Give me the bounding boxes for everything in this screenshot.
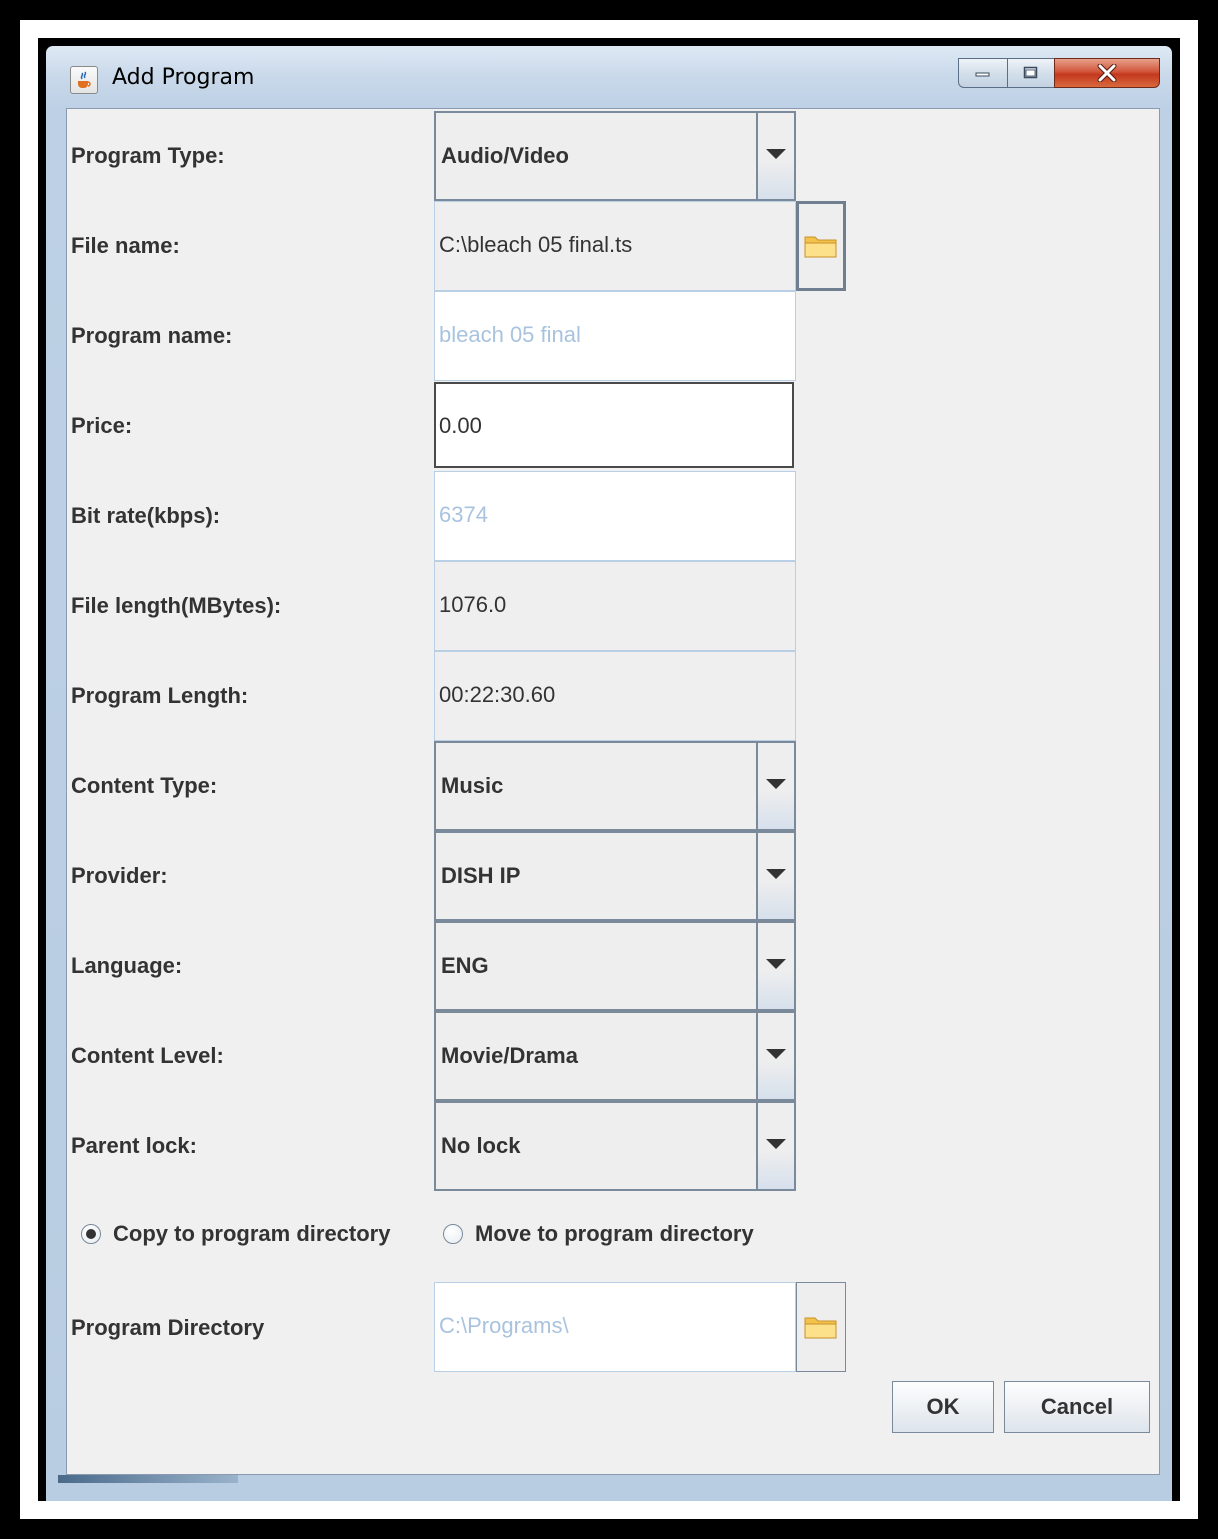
window-bottom-edge bbox=[58, 1475, 238, 1483]
dialog-content: Program Type: Audio/Video File name: C:\… bbox=[66, 108, 1160, 1475]
java-cup-icon bbox=[70, 66, 98, 94]
move-to-directory-label: Move to program directory bbox=[475, 1221, 754, 1246]
content-type-label: Content Type: bbox=[71, 773, 218, 798]
program-length-label: Program Length: bbox=[71, 683, 249, 708]
program-length-field: 00:22:30.60 bbox=[434, 651, 796, 741]
browse-file-button[interactable] bbox=[796, 201, 846, 291]
move-to-directory-radio[interactable]: Move to program directory bbox=[443, 1221, 783, 1251]
content-level-value: Movie/Drama bbox=[441, 1043, 578, 1068]
chevron-down-icon bbox=[766, 779, 786, 789]
parent-lock-value: No lock bbox=[441, 1133, 521, 1158]
price-label: Price: bbox=[71, 413, 133, 438]
folder-icon bbox=[804, 1317, 837, 1339]
content-type-value: Music bbox=[441, 773, 504, 798]
provider-select[interactable]: DISH IP bbox=[434, 831, 796, 921]
file-name-value: C:\bleach 05 final.ts bbox=[439, 232, 633, 257]
caption-buttons bbox=[958, 58, 1162, 88]
provider-dropdown-button[interactable] bbox=[756, 833, 794, 919]
price-value: 0.00 bbox=[439, 413, 482, 438]
content-type-dropdown-button[interactable] bbox=[756, 743, 794, 829]
language-select[interactable]: ENG bbox=[434, 921, 796, 1011]
radio-selected-icon bbox=[81, 1224, 101, 1244]
bit-rate-label: Bit rate(kbps): bbox=[71, 503, 221, 528]
window-title: Add Program bbox=[112, 65, 255, 90]
bit-rate-field[interactable]: 6374 bbox=[434, 471, 796, 561]
program-name-label: Program name: bbox=[71, 323, 233, 348]
program-name-field[interactable]: bleach 05 final bbox=[434, 291, 796, 381]
maximize-button[interactable] bbox=[1007, 58, 1055, 88]
close-icon bbox=[1097, 64, 1117, 82]
program-directory-field[interactable]: C:\Programs\ bbox=[434, 1282, 796, 1372]
copy-to-directory-label: Copy to program directory bbox=[113, 1221, 391, 1246]
parent-lock-select[interactable]: No lock bbox=[434, 1101, 796, 1191]
program-type-dropdown-button[interactable] bbox=[756, 113, 794, 199]
file-length-label: File length(MBytes): bbox=[71, 593, 282, 618]
program-type-label: Program Type: bbox=[71, 143, 225, 168]
program-name-value: bleach 05 final bbox=[439, 322, 581, 347]
language-value: ENG bbox=[441, 953, 489, 978]
program-directory-label: Program Directory bbox=[71, 1315, 265, 1340]
provider-value: DISH IP bbox=[441, 863, 521, 888]
chevron-down-icon bbox=[766, 869, 786, 879]
radio-unselected-icon bbox=[443, 1224, 463, 1244]
content-type-select[interactable]: Music bbox=[434, 741, 796, 831]
bit-rate-value: 6374 bbox=[439, 502, 488, 527]
cancel-button[interactable]: Cancel bbox=[1004, 1381, 1150, 1433]
content-level-select[interactable]: Movie/Drama bbox=[434, 1011, 796, 1101]
ok-button[interactable]: OK bbox=[892, 1381, 994, 1433]
parent-lock-label: Parent lock: bbox=[71, 1133, 197, 1158]
chevron-down-icon bbox=[766, 959, 786, 969]
maximize-icon bbox=[1023, 66, 1038, 79]
program-type-value: Audio/Video bbox=[441, 143, 569, 168]
content-level-dropdown-button[interactable] bbox=[756, 1013, 794, 1099]
program-type-select[interactable]: Audio/Video bbox=[434, 111, 796, 201]
radio-dot bbox=[86, 1229, 96, 1239]
file-name-field[interactable]: C:\bleach 05 final.ts bbox=[434, 201, 796, 291]
content-level-label: Content Level: bbox=[71, 1043, 224, 1068]
file-length-value: 1076.0 bbox=[439, 592, 507, 617]
minimize-icon bbox=[975, 72, 990, 77]
provider-label: Provider: bbox=[71, 863, 168, 888]
chevron-down-icon bbox=[766, 1139, 786, 1149]
chevron-down-icon bbox=[766, 149, 786, 159]
language-dropdown-button[interactable] bbox=[756, 923, 794, 1009]
parent-lock-dropdown-button[interactable] bbox=[756, 1103, 794, 1189]
price-field[interactable]: 0.00 bbox=[434, 382, 794, 468]
language-label: Language: bbox=[71, 953, 183, 978]
title-bar[interactable]: Add Program bbox=[58, 58, 1164, 108]
file-length-field: 1076.0 bbox=[434, 561, 796, 651]
browse-directory-button[interactable] bbox=[796, 1282, 846, 1372]
chevron-down-icon bbox=[766, 1049, 786, 1059]
close-button[interactable] bbox=[1054, 58, 1160, 88]
minimize-button[interactable] bbox=[958, 58, 1008, 88]
file-name-label: File name: bbox=[71, 233, 180, 258]
program-length-value: 00:22:30.60 bbox=[439, 682, 556, 707]
copy-to-directory-radio[interactable]: Copy to program directory bbox=[81, 1221, 411, 1251]
folder-icon bbox=[804, 236, 837, 258]
program-directory-value: C:\Programs\ bbox=[439, 1313, 569, 1338]
